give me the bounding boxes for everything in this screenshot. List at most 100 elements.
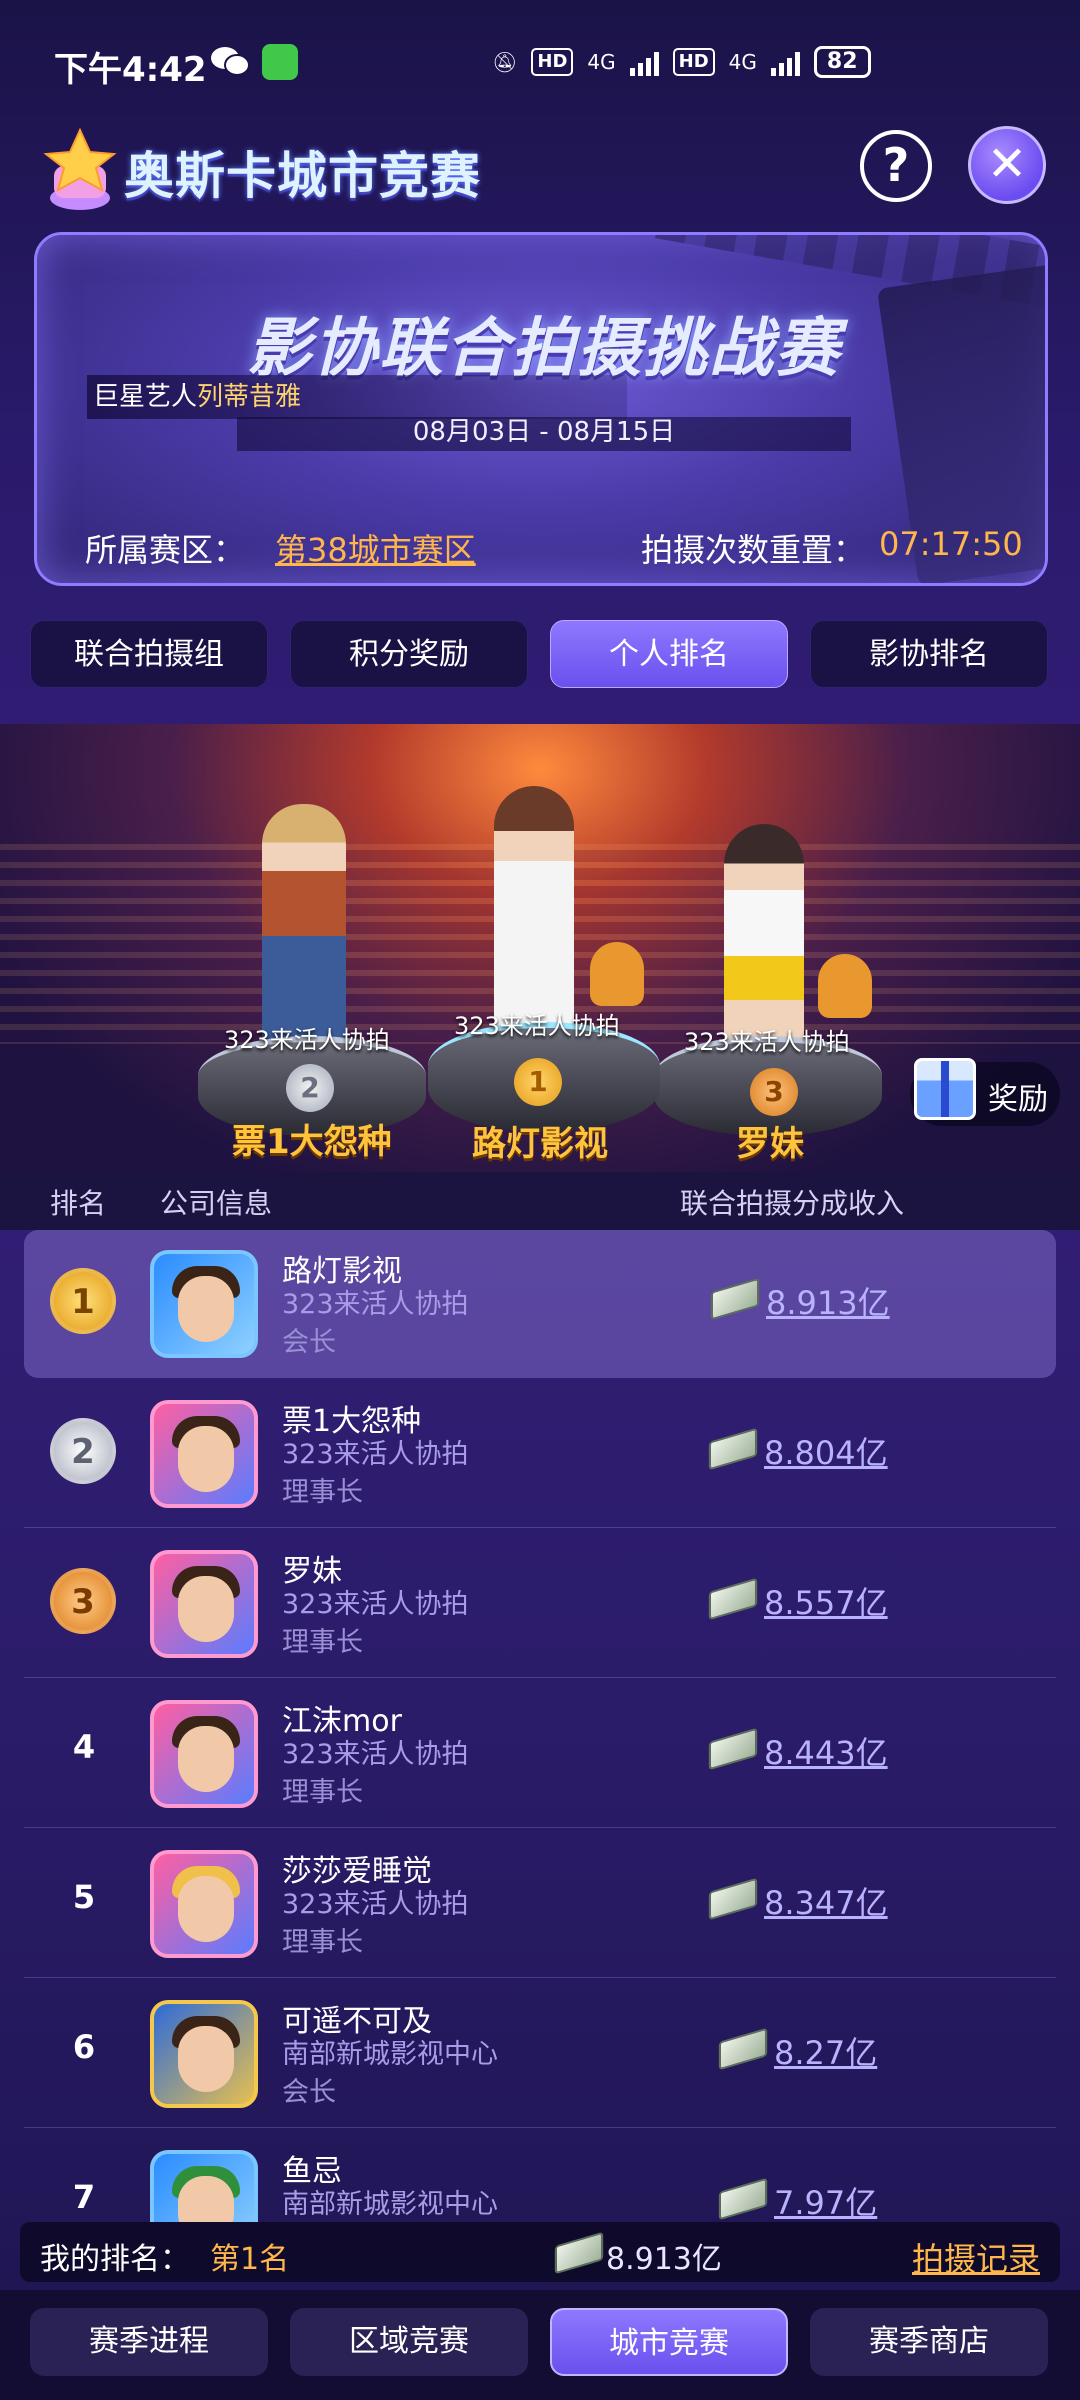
status-time: 下午4:42 [54,50,207,90]
row-divider [24,1677,1056,1678]
player-role: 理事长 [282,1477,363,1508]
my-rank-value: 第1名 [210,2242,290,2277]
rank-number: 4 [72,1728,96,1766]
third-place-name: 罗妹 [736,1124,804,1164]
avatar[interactable] [150,2000,258,2108]
third-helper-label: 323来活人协拍 [684,1028,850,1056]
col-company: 公司信息 [160,1187,273,1220]
row-divider [24,2127,1056,2128]
cash-icon [708,1727,758,1771]
close-button[interactable]: ✕ [968,126,1046,204]
ranking-table-header: 排名 公司信息 联合拍摄分成收入 [0,1172,1080,1230]
network-label: 4G [587,50,616,74]
tab-personal-ranking[interactable]: 个人排名 [550,620,788,688]
gold-medal-icon: 1 [514,1058,562,1106]
player-role: 会长 [282,2077,336,2108]
row-divider [24,1527,1056,1528]
app-notification-icon [262,44,298,80]
bronze-medal-icon: 3 [750,1068,798,1116]
table-row[interactable]: 2 票1大怨种 323来活人协拍 理事长 8.804亿 [24,1380,1056,1528]
player-company: 323来活人协拍 [282,1589,469,1620]
avatar[interactable] [150,1400,258,1508]
help-button[interactable]: ? [860,130,932,202]
zone-link[interactable]: 第38城市赛区 [275,525,476,571]
pet-dog-figure [590,942,644,1006]
signal-icon [629,48,659,76]
pet-dog-figure-2 [818,954,872,1018]
tab-guild-ranking[interactable]: 影协排名 [810,620,1048,688]
network-label-2: 4G [728,50,757,74]
first-place-avatar-figure [494,786,574,1036]
my-rank-bar: 我的排名： 第1名 8.913亿 拍摄记录 [20,2222,1060,2282]
avatar[interactable] [150,1550,258,1658]
income-value[interactable]: 7.97亿 [774,2178,877,2222]
page-title: 奥斯卡城市竞赛 [124,147,481,205]
first-place-name: 路灯影视 [472,1124,608,1164]
income-value[interactable]: 8.443亿 [764,1728,888,1774]
signal-icon-2 [770,48,800,76]
avatar[interactable] [150,1700,258,1808]
hd-badge-2: HD [672,48,715,76]
cash-icon [554,2231,604,2275]
reset-label: 拍摄次数重置： [641,531,866,569]
gift-icon [914,1058,976,1120]
oscar-logo-icon [40,126,122,214]
tab-regional-contest[interactable]: 区域竞赛 [290,2308,528,2376]
avatar[interactable] [150,2150,258,2222]
cash-icon [708,1427,758,1471]
rank-number: 5 [72,1878,96,1916]
player-company: 323来活人协拍 [282,1439,469,1470]
player-company: 南部新城影视中心 [282,2189,498,2220]
row-divider [24,1977,1056,1978]
income-value[interactable]: 8.27亿 [774,2028,877,2074]
event-banner: 影协联合拍摄挑战赛 巨星艺人列蒂昔雅 08月03日 - 08月15日 所属赛区：… [34,232,1048,586]
player-company: 323来活人协拍 [282,1289,469,1320]
status-bar: 下午4:42 🔕︎ HD 4G HD 4G 82 [0,0,1080,130]
silver-medal-icon: 2 [286,1064,334,1112]
income-value[interactable]: 8.913亿 [766,1278,890,1324]
wechat-icon [210,44,250,78]
shooting-record-link[interactable]: 拍摄记录 [912,2234,1040,2280]
cash-icon [708,1577,758,1621]
table-row[interactable]: 7 鱼忌 南部新城影视中心 副会长 7.97亿 [24,2130,1056,2222]
reset-countdown: 07:17:50 [879,525,1023,563]
tab-joint-shooting[interactable]: 联合拍摄组 [30,620,268,688]
player-company: 323来活人协拍 [282,1889,469,1920]
row-divider [24,1827,1056,1828]
cash-icon [718,2027,768,2071]
rank-medal-icon: 3 [50,1568,116,1634]
cash-icon [708,1877,758,1921]
col-income: 联合拍摄分成收入 [680,1187,905,1220]
tab-points-reward[interactable]: 积分奖励 [290,620,528,688]
reward-label: 奖励 [988,1082,1048,1117]
rank-medal-icon: 2 [50,1418,116,1484]
second-place-name: 票1大怨种 [232,1122,392,1162]
marquee-prefix: 巨星艺人 [93,382,198,412]
tab-city-contest[interactable]: 城市竞赛 [550,2308,788,2376]
bottom-navigation: 赛季进程 区域竞赛 城市竞赛 赛季商店 [0,2290,1080,2400]
table-row[interactable]: 5 莎莎爱睡觉 323来活人协拍 理事长 8.347亿 [24,1830,1056,1978]
rank-number: 7 [72,2178,96,2216]
table-row[interactable]: 3 罗妹 323来活人协拍 理事长 8.557亿 [24,1530,1056,1678]
player-company: 323来活人协拍 [282,1739,469,1770]
table-row[interactable]: 1 路灯影视 323来活人协拍 会长 8.913亿 [24,1230,1056,1378]
rank-number: 6 [72,2028,96,2066]
income-value[interactable]: 8.557亿 [764,1578,888,1624]
my-rank-label: 我的排名： [40,2242,190,2277]
second-helper-label: 323来活人协拍 [224,1026,390,1054]
reward-button[interactable]: 奖励 [910,1058,1060,1126]
table-row[interactable]: 4 江沫mor 323来活人协拍 理事长 8.443亿 [24,1680,1056,1828]
tab-season-progress[interactable]: 赛季进程 [30,2308,268,2376]
avatar[interactable] [150,1850,258,1958]
battery-icon: 82 [813,46,871,78]
zone-label: 所属赛区： [85,531,246,569]
avatar[interactable] [150,1250,258,1358]
marquee-name: 列蒂昔雅 [197,382,302,412]
table-row[interactable]: 6 可遥不可及 南部新城影视中心 会长 8.27亿 [24,1980,1056,2128]
player-role: 理事长 [282,1777,363,1808]
income-value[interactable]: 8.347亿 [764,1878,888,1924]
tab-season-shop[interactable]: 赛季商店 [810,2308,1048,2376]
event-date-range: 08月03日 - 08月15日 [412,417,676,447]
my-income-value: 8.913亿 [606,2242,722,2277]
income-value[interactable]: 8.804亿 [764,1428,888,1474]
